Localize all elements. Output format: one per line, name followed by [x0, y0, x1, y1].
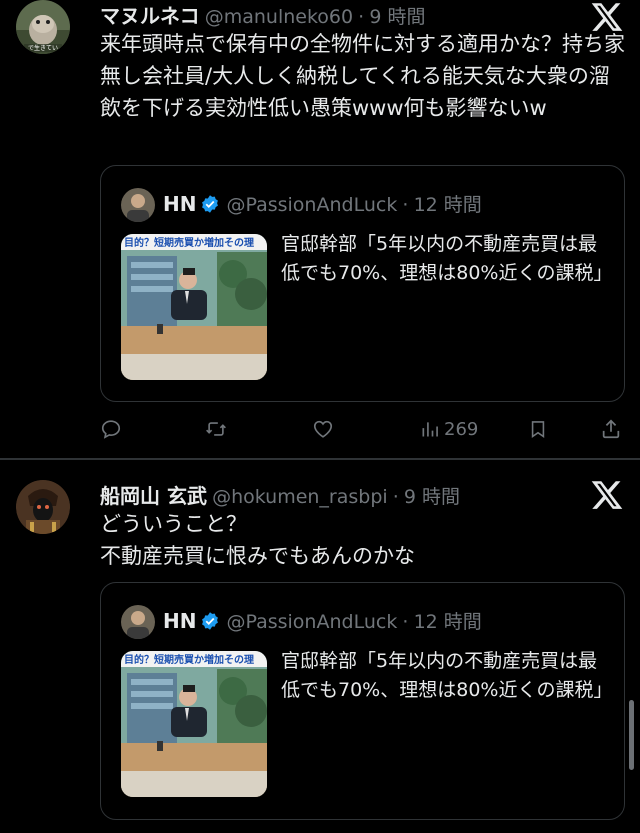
- thumbnail-banner-text: 目的？短期売買か増加その理: [124, 236, 254, 249]
- post-header: 船岡山 玄武 @hokumen_rasbpi · 9 時間: [100, 480, 584, 508]
- author-handle[interactable]: @manulneko60: [205, 6, 353, 28]
- quoted-time[interactable]: 12 時間: [414, 194, 482, 216]
- post[interactable]: 船岡山 玄武 @hokumen_rasbpi · 9 時間 どういうこと？ 不動…: [0, 462, 640, 833]
- quoted-post[interactable]: HN @PassionAndLuck · 12 時間 目的？短期売買か増加その理: [100, 582, 625, 820]
- author-name[interactable]: マヌルネコ: [100, 4, 200, 28]
- share-button[interactable]: [600, 414, 622, 444]
- quoted-time[interactable]: 12 時間: [414, 611, 482, 633]
- separator-dot: ·: [402, 194, 409, 216]
- quoted-avatar[interactable]: [121, 605, 155, 639]
- repost-button[interactable]: [204, 414, 228, 444]
- like-icon: [313, 420, 333, 438]
- reply-icon: [101, 420, 121, 439]
- avatar[interactable]: で生きてい: [16, 0, 70, 54]
- separator-dot: ·: [402, 611, 409, 633]
- quoted-avatar[interactable]: [121, 188, 155, 222]
- post[interactable]: で生きてい マヌルネコ @manulneko60 · 9 時間 来年頭時点で保有…: [0, 0, 640, 458]
- views-button[interactable]: 269: [420, 414, 478, 444]
- post-header: マヌルネコ @manulneko60 · 9 時間: [100, 0, 584, 28]
- separator-dot: ·: [358, 6, 365, 28]
- post-time[interactable]: 9 時間: [404, 486, 460, 508]
- quoted-author-name[interactable]: HN: [163, 609, 196, 633]
- views-count: 269: [444, 418, 479, 440]
- scrollbar[interactable]: [629, 700, 634, 770]
- post-time[interactable]: 9 時間: [369, 6, 425, 28]
- quoted-thumbnail[interactable]: 目的？短期売買か増加その理: [121, 234, 267, 380]
- share-icon: [602, 419, 620, 439]
- author-name[interactable]: 船岡山 玄武: [100, 484, 207, 508]
- separator-dot: ·: [392, 486, 399, 508]
- author-handle[interactable]: @hokumen_rasbpi: [212, 486, 388, 508]
- post-text: 来年頭時点で保有中の全物件に対する適用かな？持ち家無し会社員/大人しく納税してく…: [100, 32, 625, 120]
- avatar-caption: で生きてい: [28, 44, 58, 52]
- like-button[interactable]: [312, 414, 334, 444]
- quoted-author-name[interactable]: HN: [163, 192, 196, 216]
- views-icon: [422, 422, 438, 437]
- quoted-handle[interactable]: @PassionAndLuck: [226, 611, 397, 633]
- post-divider: [0, 458, 640, 460]
- bookmark-icon: [531, 421, 545, 439]
- avatar[interactable]: [16, 480, 70, 534]
- bookmark-button[interactable]: [528, 414, 548, 444]
- reply-button[interactable]: [100, 414, 122, 444]
- verified-badge-icon: [200, 611, 220, 635]
- quoted-text: 官邸幹部「5年以内の不動産売買は最低でも70%、理想は80%近くの課税」: [281, 650, 613, 701]
- quoted-text: 官邸幹部「5年以内の不動産売買は最低でも70%、理想は80%近くの課税」: [281, 233, 613, 284]
- quoted-thumbnail[interactable]: 目的？短期売買か増加その理: [121, 651, 267, 797]
- action-bar: 269: [100, 414, 630, 444]
- post-text: どういうこと？ 不動産売買に恨みでもあんのかな: [100, 512, 415, 568]
- quoted-handle[interactable]: @PassionAndLuck: [226, 194, 397, 216]
- repost-icon: [206, 422, 226, 436]
- quoted-post[interactable]: HN @PassionAndLuck · 12 時間 目的？短期売買か増加その理: [100, 165, 625, 402]
- x-logo-icon[interactable]: [590, 478, 624, 512]
- verified-badge-icon: [200, 194, 220, 218]
- quoted-header: HN @PassionAndLuck · 12 時間: [163, 190, 482, 218]
- quoted-header: HN @PassionAndLuck · 12 時間: [163, 607, 482, 635]
- thumbnail-banner-text: 目的？短期売買か増加その理: [124, 653, 254, 666]
